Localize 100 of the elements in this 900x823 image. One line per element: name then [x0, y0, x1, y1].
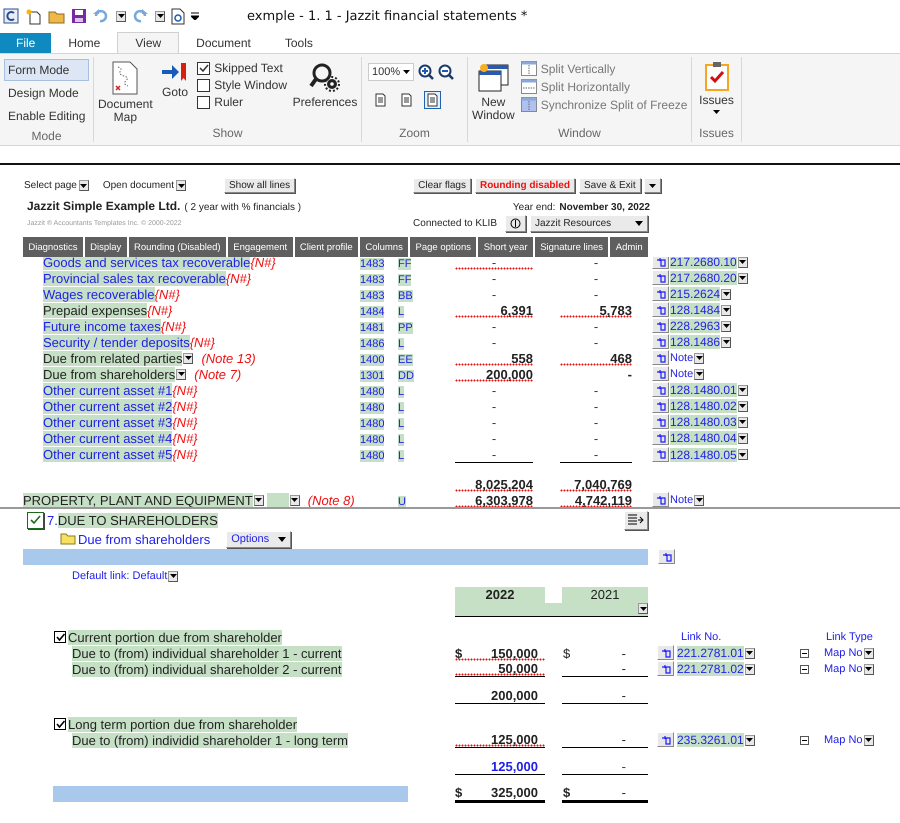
menu-tab[interactable]: Display [84, 237, 127, 257]
link-number[interactable]: Note [670, 368, 694, 380]
link-number[interactable]: 221.2781.01 [677, 646, 744, 660]
link-number[interactable]: 128.1480.02 [670, 399, 737, 413]
dropdown-button[interactable] [738, 384, 748, 396]
link-button[interactable] [652, 270, 669, 286]
link-number[interactable]: 221.2781.02 [677, 662, 744, 676]
options-dropdown[interactable]: Options [226, 530, 292, 548]
goto-button[interactable]: Goto [158, 59, 192, 99]
section-checkbox[interactable] [27, 512, 44, 528]
dropdown-button[interactable] [176, 180, 186, 191]
link-button[interactable] [657, 661, 674, 676]
checkbox[interactable] [54, 631, 66, 643]
show-all-lines-button[interactable]: Show all lines [224, 178, 296, 193]
dropdown-button[interactable] [738, 449, 748, 460]
link-button[interactable] [657, 732, 674, 748]
menu-tab[interactable]: Columns [360, 237, 408, 257]
dropdown-button[interactable] [290, 494, 300, 506]
dropdown-button[interactable] [116, 10, 126, 22]
link-type[interactable]: Map No [824, 663, 863, 675]
link-number[interactable]: 128.1480.04 [670, 431, 737, 445]
zoom-in-icon[interactable] [418, 64, 434, 80]
zoom-select[interactable]: 100% [368, 63, 414, 81]
dropdown-button[interactable] [738, 416, 748, 428]
dropdown-button[interactable] [744, 734, 755, 746]
dropdown-button[interactable] [183, 352, 194, 364]
dropdown-button[interactable] [744, 648, 755, 658]
clear-flags-button[interactable]: Clear flags [413, 178, 471, 193]
link-number[interactable]: Note [670, 352, 694, 364]
ribbon-tab[interactable]: View [117, 32, 180, 53]
mode-button[interactable]: Design Mode [4, 82, 89, 104]
link-number[interactable]: 228.2963 [670, 319, 720, 333]
document-map-button[interactable]: Document Map [98, 59, 153, 124]
menu-tab[interactable]: Engagement [228, 237, 292, 257]
collapse-button[interactable] [800, 648, 809, 658]
link-number[interactable]: 128.1484 [670, 303, 720, 317]
menu-tab[interactable]: Diagnostics [23, 237, 83, 257]
link-button[interactable] [652, 350, 669, 366]
dropdown-button[interactable] [721, 336, 732, 348]
link-button[interactable] [652, 286, 669, 302]
checkbox[interactable]: Ruler [197, 95, 287, 109]
link-button[interactable] [652, 318, 669, 334]
dropdown-button[interactable] [176, 368, 186, 380]
link-number[interactable]: 128.1480.03 [670, 415, 737, 429]
link-button[interactable] [657, 645, 674, 660]
dropdown-button[interactable] [864, 664, 874, 674]
new-window-button[interactable]: New Window [472, 59, 515, 122]
dropdown-button[interactable] [744, 664, 755, 674]
dropdown-button[interactable] [864, 648, 874, 658]
mode-button[interactable]: Enable Editing [4, 105, 89, 127]
dropdown-button[interactable] [694, 368, 704, 380]
ribbon-tab[interactable]: Document [179, 33, 268, 53]
link-button[interactable] [652, 382, 669, 398]
dropdown-button[interactable] [721, 304, 732, 316]
menu-tab[interactable]: Client profile [294, 237, 358, 257]
link-button[interactable] [652, 398, 669, 414]
ribbon-tab[interactable]: Home [51, 33, 118, 53]
link-button[interactable] [652, 492, 669, 507]
link-number[interactable]: Note [670, 494, 694, 506]
link-type[interactable]: Map No [824, 734, 863, 746]
checkbox[interactable]: Skipped Text [197, 61, 287, 75]
export-button[interactable] [624, 510, 648, 530]
menu-tab[interactable]: Page options [410, 237, 476, 257]
menu-tab[interactable]: Short year [478, 237, 533, 257]
customize-icon[interactable] [191, 12, 199, 20]
dropdown-button[interactable] [78, 180, 89, 191]
menu-tab[interactable]: Signature lines [534, 237, 608, 257]
info-button[interactable] [505, 214, 526, 232]
dropdown-button[interactable] [721, 288, 732, 300]
dropdown-button[interactable] [155, 10, 165, 22]
new-file-icon[interactable] [25, 8, 42, 24]
mode-button[interactable]: Form Mode [4, 59, 89, 81]
dropdown-button[interactable] [721, 320, 732, 332]
dropdown-button[interactable] [254, 494, 264, 506]
save-icon[interactable] [71, 8, 87, 24]
menu-tab[interactable]: Admin [610, 237, 648, 257]
link-number[interactable]: 128.1480.01 [670, 383, 737, 397]
checkbox[interactable] [54, 718, 66, 730]
dropdown-button[interactable] [738, 400, 748, 412]
preferences-button[interactable]: Preferences [293, 59, 357, 109]
ribbon-tab[interactable]: File [0, 33, 52, 53]
link-button[interactable] [652, 334, 669, 350]
resources-dropdown[interactable]: Jazzit Resources [530, 214, 648, 232]
folder-icon[interactable] [48, 8, 65, 24]
collapse-button[interactable] [800, 736, 809, 744]
link-button[interactable] [652, 430, 669, 446]
link-button[interactable] [652, 414, 669, 430]
link-number[interactable]: 128.1480.05 [670, 448, 737, 462]
link-button[interactable] [652, 302, 669, 318]
link-number[interactable]: 217.2680.20 [670, 271, 737, 285]
dropdown-button[interactable] [738, 257, 748, 268]
link-number[interactable]: 235.3261.01 [677, 733, 744, 747]
link-number[interactable]: 217.2680.10 [670, 257, 737, 269]
link-button[interactable] [652, 366, 669, 382]
link-number[interactable]: 128.1486 [670, 335, 720, 349]
dropdown-button[interactable] [168, 570, 178, 582]
dropdown-button[interactable] [694, 352, 704, 364]
checkbox[interactable]: Style Window [197, 78, 287, 92]
dropdown-button[interactable] [738, 272, 748, 284]
link-number[interactable]: 215.2624 [670, 287, 720, 301]
